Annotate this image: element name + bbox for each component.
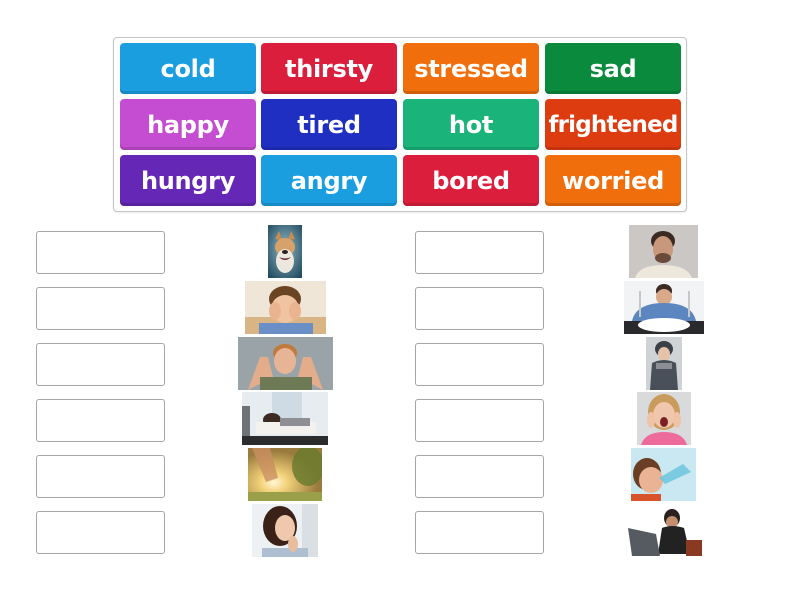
- answer-box-right-5[interactable]: [415, 455, 544, 498]
- tired-man-desk-image: [242, 392, 328, 445]
- word-tile-hot[interactable]: hot: [403, 99, 539, 150]
- thirsty-boy-drinking-image: [631, 448, 696, 501]
- answer-box-left-3[interactable]: [36, 343, 165, 386]
- answer-box-left-5[interactable]: [36, 455, 165, 498]
- word-tile-happy[interactable]: happy: [120, 99, 256, 150]
- answer-box-left-2[interactable]: [36, 287, 165, 330]
- word-tile-angry[interactable]: angry: [261, 155, 397, 206]
- word-tile-stressed[interactable]: stressed: [403, 43, 539, 94]
- word-tile-sad[interactable]: sad: [545, 43, 681, 94]
- word-tile-bored[interactable]: bored: [403, 155, 539, 206]
- answer-box-left-4[interactable]: [36, 399, 165, 442]
- stressed-man-image: [238, 337, 333, 390]
- cold-woman-image: [646, 337, 682, 390]
- answer-box-right-3[interactable]: [415, 343, 544, 386]
- frightened-girl-image: [637, 392, 691, 445]
- worried-woman-image: [252, 504, 318, 557]
- answer-box-right-6[interactable]: [415, 511, 544, 554]
- answer-box-right-1[interactable]: [415, 231, 544, 274]
- word-tile-tired[interactable]: tired: [261, 99, 397, 150]
- word-tile-cold[interactable]: cold: [120, 43, 256, 94]
- hungry-man-plate-image: [624, 281, 704, 334]
- angry-person-laptop-image: [626, 504, 702, 557]
- answer-box-right-2[interactable]: [415, 287, 544, 330]
- answer-box-left-1[interactable]: [36, 231, 165, 274]
- word-tile-frightened[interactable]: frightened: [545, 99, 681, 150]
- answer-box-left-6[interactable]: [36, 511, 165, 554]
- laughing-dog-image: [268, 225, 302, 278]
- answer-box-right-4[interactable]: [415, 399, 544, 442]
- bored-boy-image: [245, 281, 326, 334]
- word-tile-thirsty[interactable]: thirsty: [261, 43, 397, 94]
- word-tile-worried[interactable]: worried: [545, 155, 681, 206]
- hot-sun-image: [248, 448, 322, 501]
- word-tile-hungry[interactable]: hungry: [120, 155, 256, 206]
- sad-man-image: [629, 225, 698, 278]
